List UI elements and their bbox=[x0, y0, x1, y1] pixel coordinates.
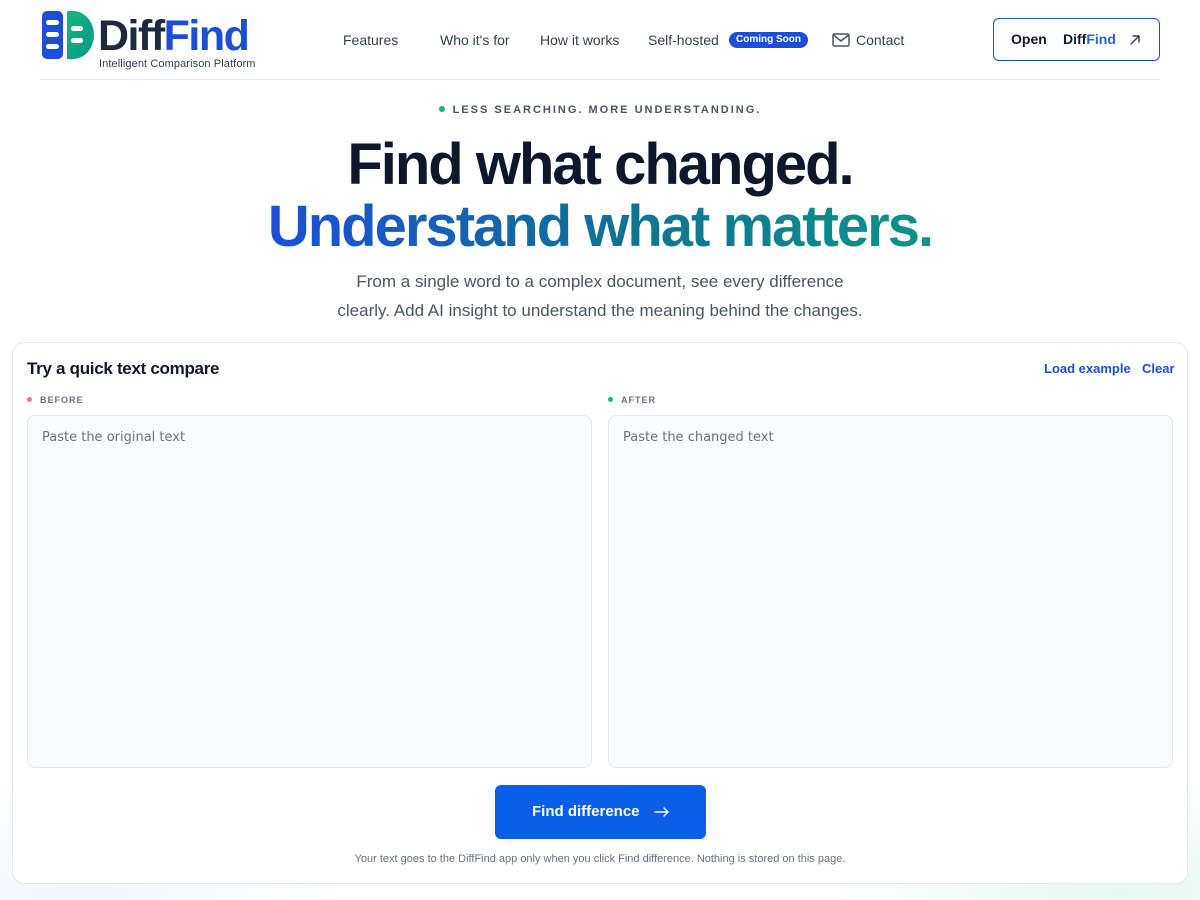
open-button-brand: DiffFind bbox=[1063, 31, 1116, 47]
open-difffind-button[interactable]: Open DiffFind bbox=[993, 18, 1160, 61]
logo-mark-icon bbox=[42, 11, 94, 59]
load-example-link[interactable]: Load example bbox=[1044, 361, 1131, 376]
compare-title: Try a quick text compare bbox=[27, 359, 220, 378]
nav-contact[interactable]: Contact bbox=[856, 31, 904, 49]
nav-features[interactable]: Features bbox=[343, 31, 398, 49]
before-label-text: BEFORE bbox=[40, 395, 84, 405]
site-header: DiffFind Intelligent Comparison Platform… bbox=[40, 0, 1160, 80]
open-button-brand-diff: Diff bbox=[1063, 31, 1087, 47]
nav-self-hosted[interactable]: Self-hosted bbox=[648, 31, 719, 49]
arrow-up-right-icon bbox=[1130, 35, 1140, 45]
coming-soon-badge: Coming Soon bbox=[729, 32, 808, 48]
logo-word-diff: Diff bbox=[98, 12, 165, 60]
privacy-note: Your text goes to the DiffFind app only … bbox=[354, 853, 846, 865]
before-label: BEFORE bbox=[27, 395, 84, 405]
mail-icon bbox=[832, 33, 850, 47]
headline-line-2: Understand what matters. bbox=[0, 195, 1200, 259]
eyebrow-text: LESS SEARCHING. MORE UNDERSTANDING. bbox=[452, 104, 762, 116]
after-label: AFTER bbox=[608, 395, 656, 405]
find-difference-button[interactable]: Find difference bbox=[495, 785, 706, 839]
find-difference-label: Find difference bbox=[532, 803, 640, 820]
hero-subtitle-line-1: From a single word to a complex document… bbox=[356, 272, 844, 291]
logo[interactable]: DiffFind Intelligent Comparison Platform bbox=[42, 10, 257, 72]
hero-subtitle-line-2: clearly. Add AI insight to understand th… bbox=[337, 301, 863, 320]
eyebrow-dot bbox=[438, 106, 445, 112]
logo-tagline: Intelligent Comparison Platform bbox=[99, 58, 256, 70]
after-textarea[interactable] bbox=[608, 415, 1173, 768]
before-textarea[interactable] bbox=[27, 415, 592, 768]
nav-who-its-for[interactable]: Who it's for bbox=[440, 31, 510, 49]
arrow-right-icon bbox=[654, 807, 669, 817]
hero-eyebrow: LESS SEARCHING. MORE UNDERSTANDING. bbox=[0, 104, 1200, 116]
nav-how-it-works[interactable]: How it works bbox=[540, 31, 619, 49]
headline-line-1: Find what changed. bbox=[347, 132, 854, 197]
open-button-label: Open bbox=[1011, 31, 1047, 47]
before-dot bbox=[27, 397, 32, 402]
headline-gradient-text: Understand what matters. bbox=[267, 194, 934, 259]
logo-wordmark: DiffFind bbox=[98, 12, 250, 60]
quick-compare-card: Try a quick text compare Load example Cl… bbox=[12, 342, 1188, 884]
open-button-brand-find: Find bbox=[1086, 31, 1116, 47]
logo-word-find: Find bbox=[163, 12, 250, 60]
after-label-text: AFTER bbox=[621, 395, 656, 405]
after-dot bbox=[608, 397, 613, 402]
clear-link[interactable]: Clear bbox=[1142, 361, 1175, 376]
